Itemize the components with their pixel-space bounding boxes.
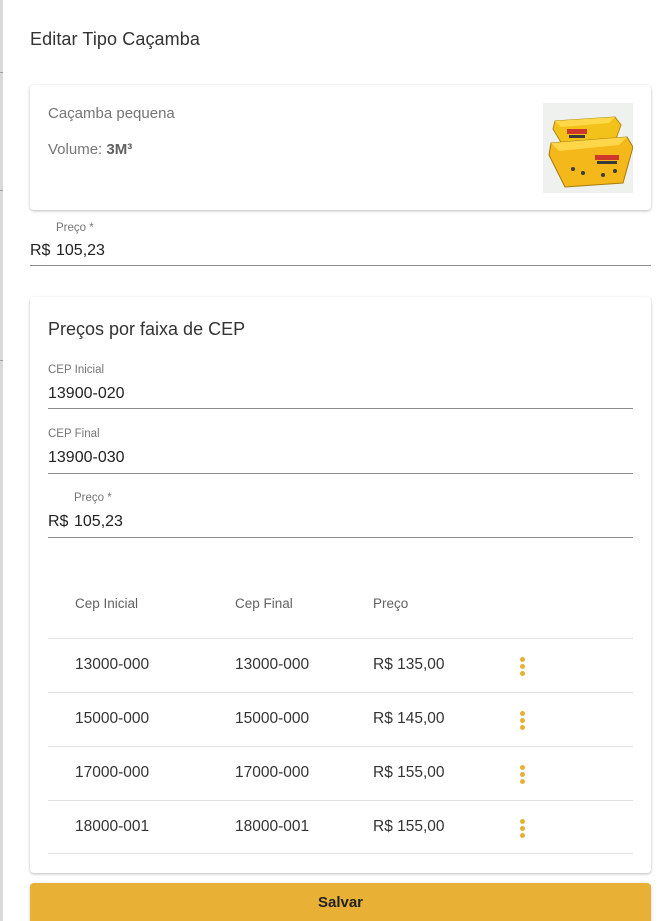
header-preco: Preço (373, 596, 409, 611)
volume-label: Volume: (48, 141, 103, 158)
table-row: 18000-001 18000-001 R$ 155,00 (48, 800, 633, 854)
cep-final-field[interactable]: CEP Final 13900-030 (48, 428, 633, 474)
cell-cep-final: 17000-000 (235, 764, 310, 781)
cep-final-underline (48, 473, 633, 474)
cep-section-title: Preços por faixa de CEP (48, 319, 246, 339)
cep-price-label: Preço * (74, 492, 112, 504)
table-row: 15000-000 15000-000 R$ 145,00 (48, 692, 633, 746)
cell-cep-final: 13000-000 (235, 656, 310, 673)
price-field[interactable]: Preço * R$ 105,23 (30, 220, 651, 266)
save-button[interactable]: Salvar (30, 883, 651, 921)
price-field-label: Preço * (56, 222, 94, 234)
cep-final-label: CEP Final (48, 428, 100, 440)
cell-cep-inicial: 18000-001 (75, 818, 150, 835)
more-vertical-icon[interactable] (514, 653, 532, 679)
cep-price-prefix: R$ (48, 513, 69, 530)
background-overlay-edge (0, 0, 3, 921)
more-vertical-icon[interactable] (514, 707, 532, 733)
cell-cep-final: 18000-001 (235, 818, 310, 835)
header-cep-inicial: Cep Inicial (75, 596, 139, 611)
cell-preco: R$ 135,00 (373, 656, 445, 673)
cacamba-icon (543, 103, 634, 193)
cep-price-underline (48, 537, 633, 538)
header-cep-final: Cep Final (235, 596, 293, 611)
cell-cep-inicial: 15000-000 (75, 710, 150, 727)
dialog-title: Editar Tipo Caçamba (30, 29, 200, 49)
cell-preco: R$ 155,00 (373, 818, 445, 835)
more-vertical-icon[interactable] (514, 761, 532, 787)
price-field-underline (30, 265, 651, 266)
cep-inicial-field[interactable]: CEP Inicial 13900-020 (48, 364, 633, 409)
table-row: 17000-000 17000-000 R$ 155,00 (48, 746, 633, 800)
price-input[interactable]: 105,23 (56, 242, 105, 260)
volume-value: 3M³ (106, 141, 133, 158)
cep-price-field[interactable]: Preço * R$ 105,23 (48, 492, 633, 538)
product-volume: Volume: 3M³ (48, 141, 132, 158)
cell-preco: R$ 145,00 (373, 710, 445, 727)
cell-preco: R$ 155,00 (373, 764, 445, 781)
cell-cep-final: 15000-000 (235, 710, 310, 727)
product-card: Caçamba pequena Volume: 3M³ (30, 85, 651, 210)
cep-inicial-underline (48, 408, 633, 409)
cep-inicial-label: CEP Inicial (48, 364, 105, 376)
cacamba-image (543, 103, 634, 193)
product-name: Caçamba pequena (48, 105, 175, 122)
cep-inicial-input[interactable]: 13900-020 (48, 385, 125, 403)
price-field-prefix: R$ (30, 242, 51, 259)
cep-table-header: Cep Inicial Cep Final Preço (48, 596, 633, 616)
cell-cep-inicial: 13000-000 (75, 656, 150, 673)
more-vertical-icon[interactable] (514, 815, 532, 841)
cep-price-input[interactable]: 105,23 (74, 513, 123, 531)
cep-final-input[interactable]: 13900-030 (48, 449, 125, 467)
table-row: 13000-000 13000-000 R$ 135,00 (48, 638, 633, 692)
cell-cep-inicial: 17000-000 (75, 764, 150, 781)
